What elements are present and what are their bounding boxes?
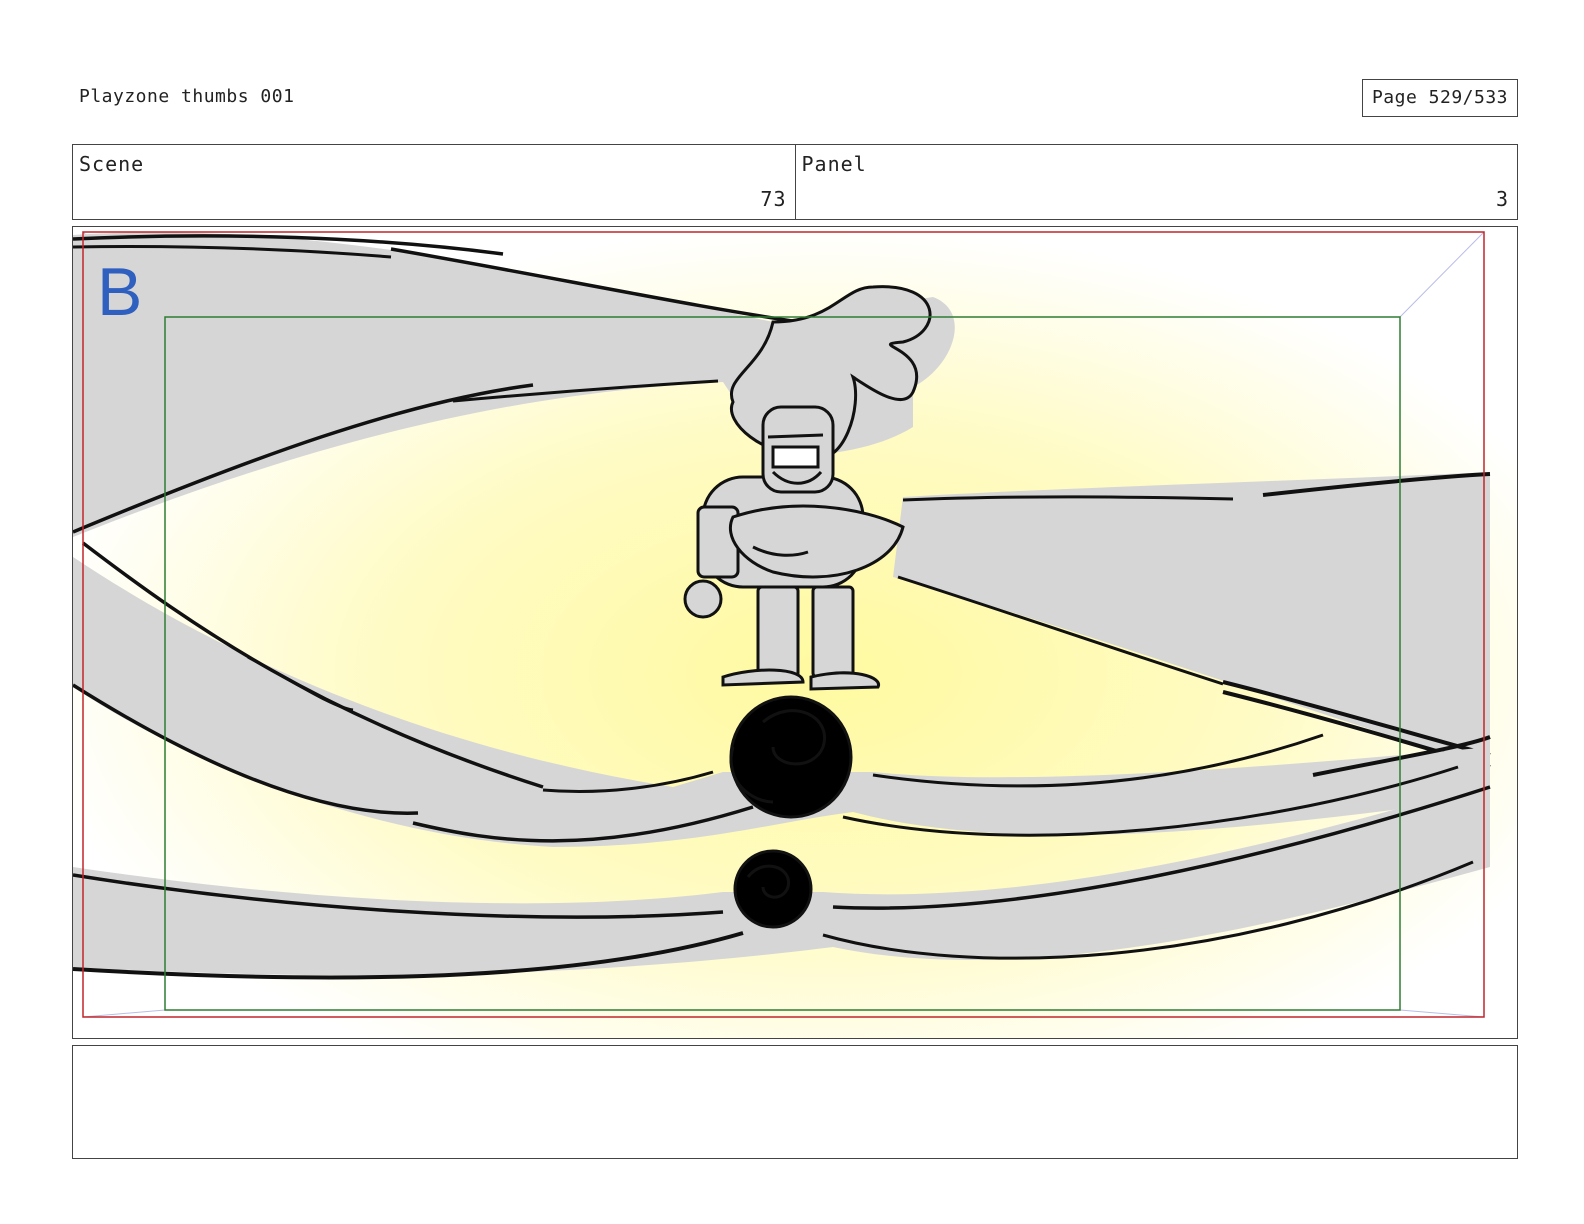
scene-panel-info: Scene 73 Panel 3 [72,144,1518,220]
storyboard-panel: B [72,226,1518,1039]
panel-label: Panel [801,152,867,176]
scene-number: 73 [760,187,787,211]
document-title: Playzone thumbs 001 [79,86,295,107]
storyboard-drawing: B [73,227,1517,1038]
panel-number: 3 [1495,187,1509,211]
page-indicator: Page 529/533 [1362,79,1518,117]
scene-cell: Scene 73 [73,145,795,219]
notes-area [72,1045,1518,1159]
panel-marker-letter: B [97,254,142,330]
panel-cell: Panel 3 [794,145,1518,219]
scene-label: Scene [79,152,145,176]
